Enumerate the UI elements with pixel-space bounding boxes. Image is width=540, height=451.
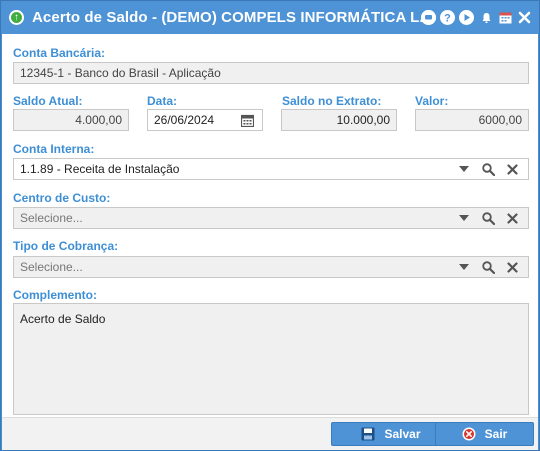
exit-button-label: Sair bbox=[484, 427, 508, 441]
saldo-atual-value: 4.000,00 bbox=[75, 113, 122, 127]
chevron-down-icon[interactable] bbox=[452, 159, 476, 179]
saldo-extrato-value: 10.000,00 bbox=[336, 113, 390, 127]
complemento-label: Complemento: bbox=[13, 288, 97, 302]
exit-icon bbox=[462, 427, 476, 441]
conta-interna-label: Conta Interna: bbox=[13, 142, 95, 156]
conta-interna-select[interactable]: 1.1.89 - Receita de Instalação bbox=[13, 158, 529, 180]
help-icon[interactable]: ? bbox=[440, 10, 455, 25]
clear-icon[interactable] bbox=[500, 257, 524, 277]
conta-bancaria-label: Conta Bancária: bbox=[13, 46, 106, 60]
saldo-atual-label: Saldo Atual: bbox=[13, 94, 83, 108]
tipo-cobranca-placeholder: Selecione... bbox=[20, 260, 83, 274]
centro-custo-placeholder: Selecione... bbox=[20, 211, 83, 225]
form-content: Conta Bancária: 12345-1 - Banco do Brasi… bbox=[2, 34, 538, 417]
saldo-extrato-field[interactable]: 10.000,00 bbox=[281, 109, 397, 131]
centro-custo-label: Centro de Custo: bbox=[13, 191, 111, 205]
save-button-label: Salvar bbox=[384, 427, 421, 441]
clear-icon[interactable] bbox=[500, 208, 524, 228]
chat-icon[interactable] bbox=[421, 10, 436, 25]
bell-icon[interactable] bbox=[479, 10, 494, 25]
window-title: Acerto de Saldo - (DEMO) COMPELS INFORMÁ… bbox=[32, 9, 433, 26]
chevron-down-icon[interactable] bbox=[452, 208, 476, 228]
saldo-atual-field: 4.000,00 bbox=[13, 109, 129, 131]
search-icon[interactable] bbox=[476, 208, 500, 228]
exit-button[interactable]: Sair bbox=[435, 422, 534, 446]
valor-field: 6000,00 bbox=[415, 109, 529, 131]
saldo-extrato-label: Saldo no Extrato: bbox=[282, 94, 382, 108]
centro-custo-select[interactable]: Selecione... bbox=[13, 207, 529, 229]
save-icon bbox=[361, 427, 375, 441]
dialog-footer: Salvar Sair bbox=[2, 417, 538, 450]
calendar-icon[interactable] bbox=[498, 10, 513, 25]
search-icon[interactable] bbox=[476, 257, 500, 277]
dialog-window: ↑ Acerto de Saldo - (DEMO) COMPELS INFOR… bbox=[0, 0, 540, 451]
calendar-picker-icon[interactable] bbox=[235, 110, 259, 130]
app-icon: ↑ bbox=[9, 10, 24, 25]
svg-text:?: ? bbox=[444, 13, 451, 25]
complemento-textarea[interactable]: Acerto de Saldo bbox=[13, 303, 529, 415]
conta-bancaria-field: 12345-1 - Banco do Brasil - Aplicação bbox=[13, 62, 529, 84]
title-bar[interactable]: ↑ Acerto de Saldo - (DEMO) COMPELS INFOR… bbox=[1, 1, 539, 34]
conta-bancaria-value: 12345-1 - Banco do Brasil - Aplicação bbox=[20, 66, 221, 80]
conta-interna-value: 1.1.89 - Receita de Instalação bbox=[20, 162, 180, 176]
tipo-cobranca-label: Tipo de Cobrança: bbox=[13, 239, 119, 253]
clear-icon[interactable] bbox=[500, 159, 524, 179]
chevron-down-icon[interactable] bbox=[452, 257, 476, 277]
valor-label: Valor: bbox=[415, 94, 449, 108]
tipo-cobranca-select[interactable]: Selecione... bbox=[13, 256, 529, 278]
valor-value: 6000,00 bbox=[478, 113, 522, 127]
data-label: Data: bbox=[147, 94, 178, 108]
save-button[interactable]: Salvar bbox=[331, 422, 451, 446]
play-icon[interactable] bbox=[459, 10, 474, 25]
data-field[interactable]: 26/06/2024 bbox=[147, 109, 263, 131]
close-icon[interactable] bbox=[517, 10, 532, 25]
search-icon[interactable] bbox=[476, 159, 500, 179]
